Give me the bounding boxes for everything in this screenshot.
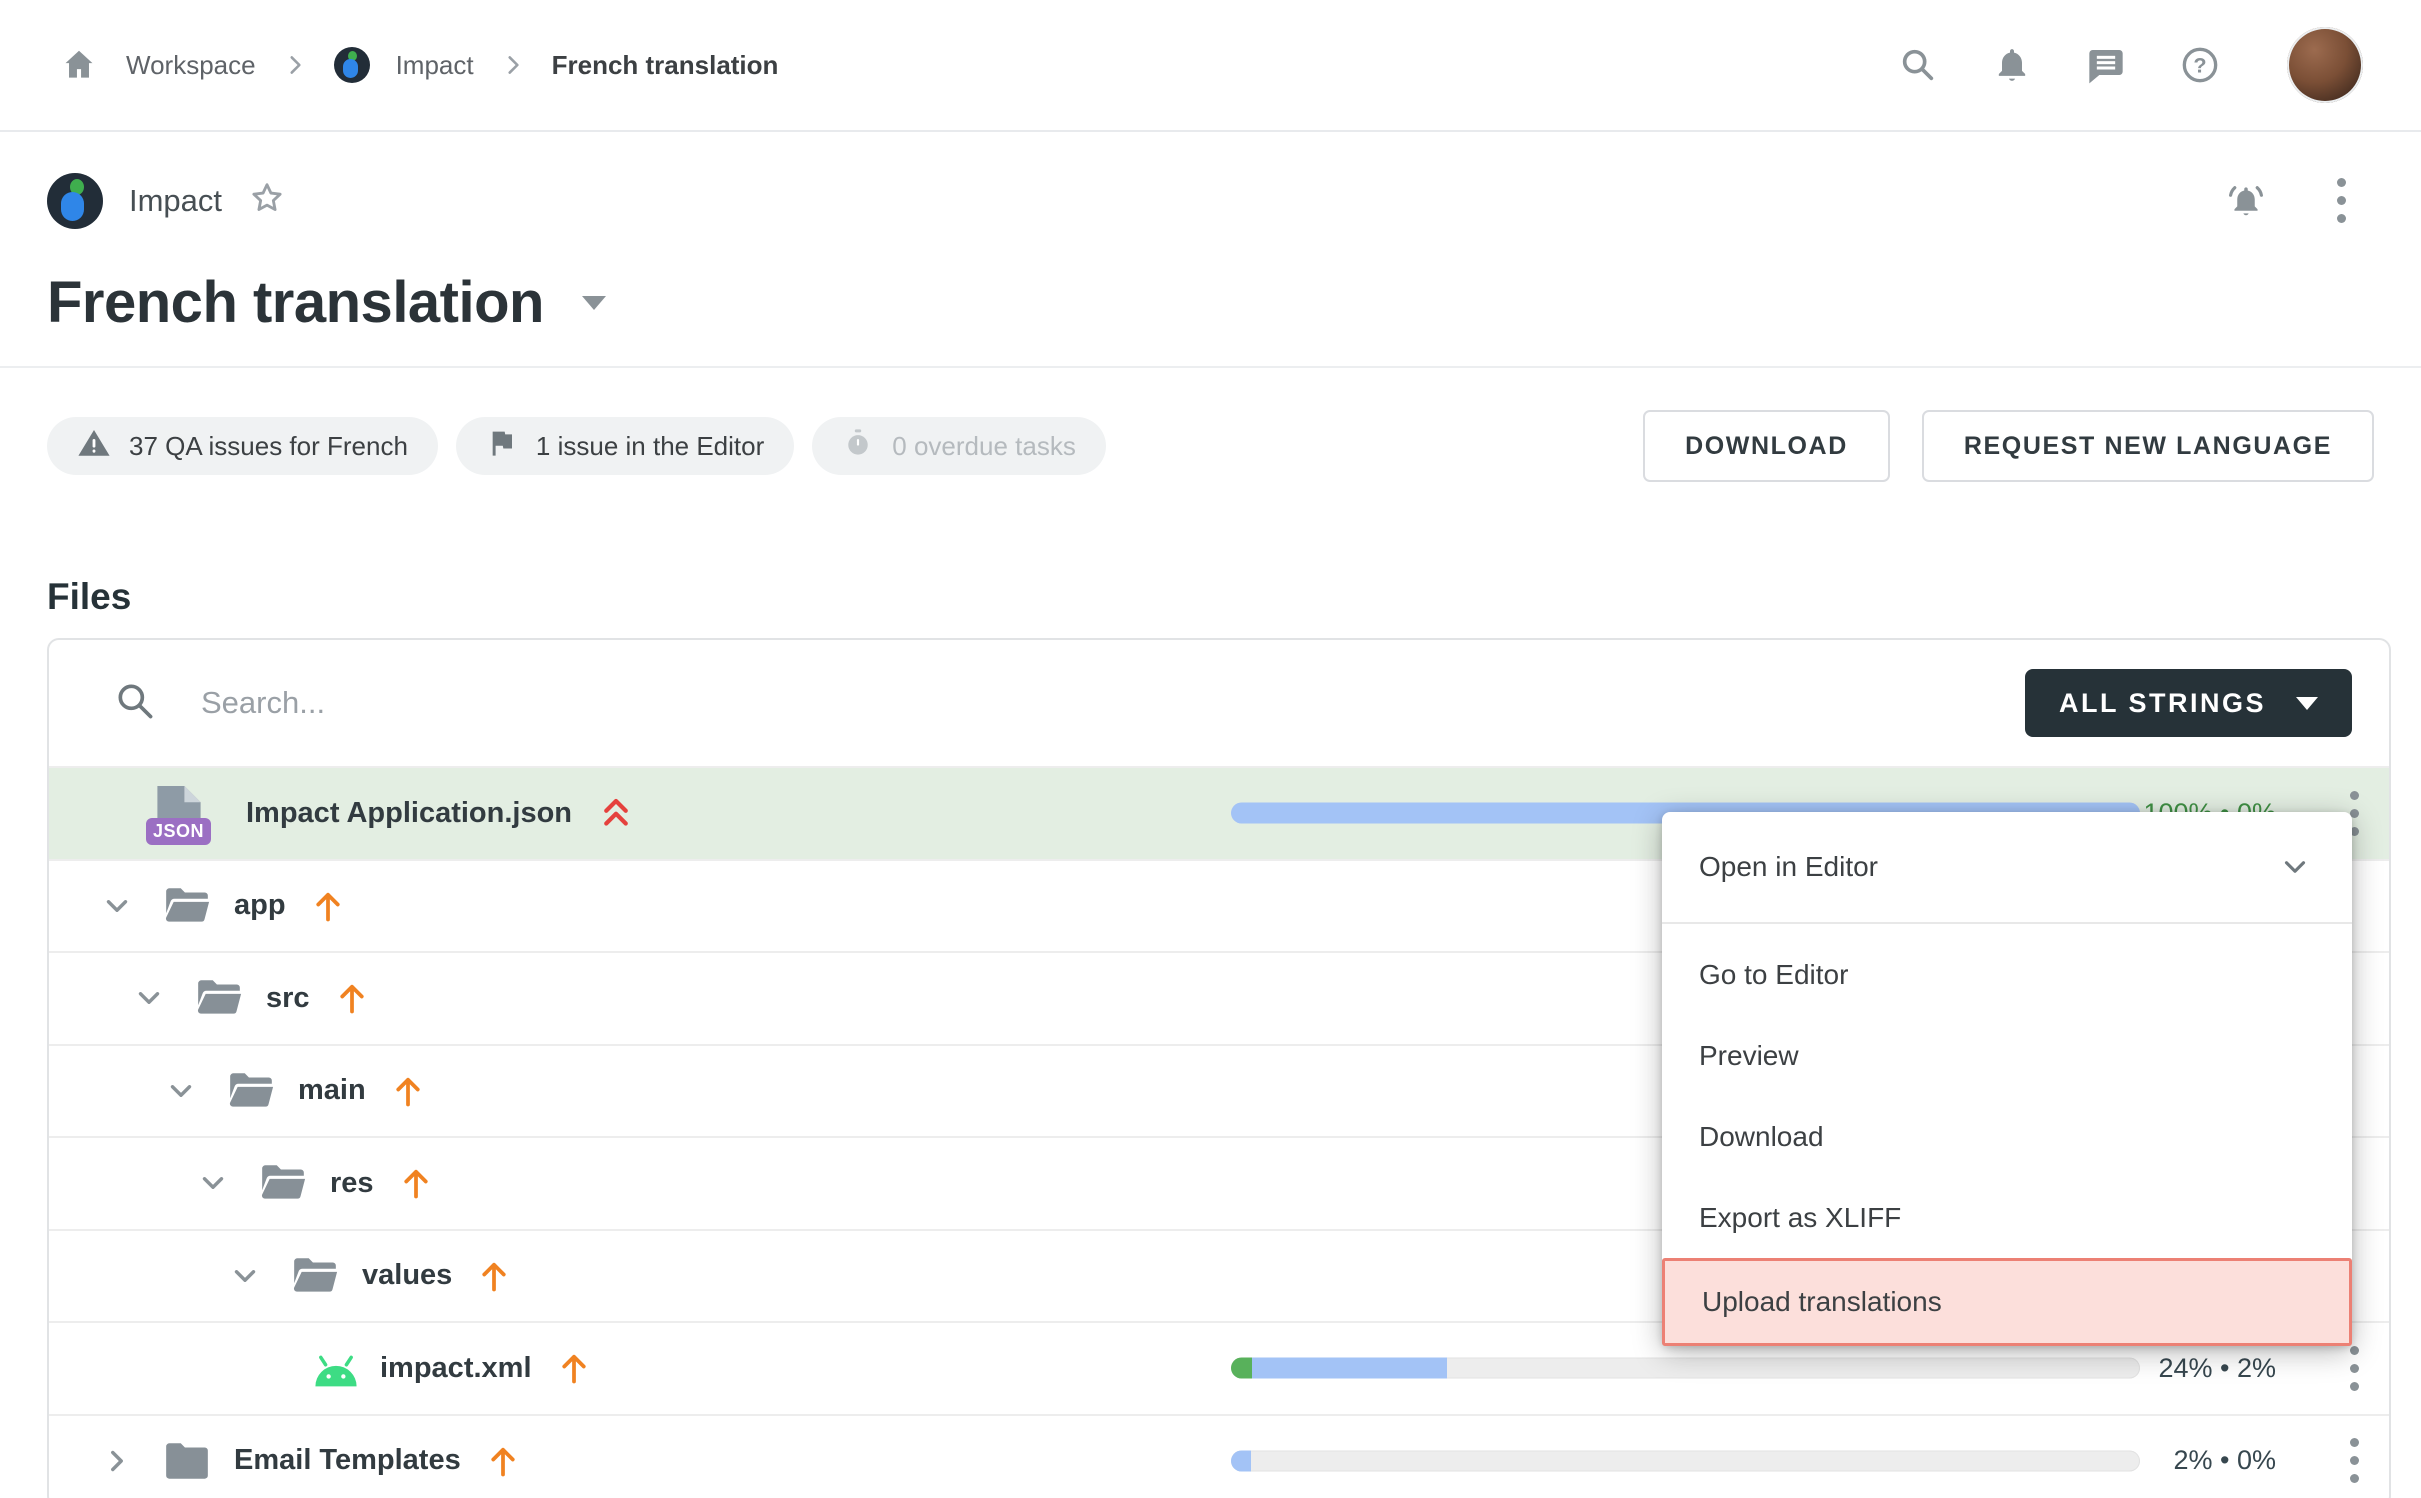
breadcrumb-project[interactable]: Impact [396,50,474,81]
qa-issues-label: 37 QA issues for French [129,431,408,462]
page-title: French translation [47,269,2374,336]
language-dropdown-caret-icon[interactable] [582,296,606,310]
chevron-down-icon [2296,697,2318,710]
overdue-tasks-chip[interactable]: 0 overdue tasks [812,417,1106,475]
notifications-bell-icon[interactable] [1991,44,2033,86]
project-more-options-kebab[interactable] [2331,172,2352,229]
chevron-down-icon[interactable] [196,1166,230,1200]
menu-item-open-in-editor[interactable]: Open in Editor [1662,812,2352,924]
file-name[interactable]: impact.xml [380,1352,532,1385]
folder-name[interactable]: app [234,889,286,922]
request-new-language-button[interactable]: REQUEST NEW LANGUAGE [1922,410,2374,482]
progress-translated-segment [1252,1358,1447,1379]
folder-closed-icon [162,1439,212,1483]
warning-triangle-icon [77,426,111,467]
project-logo [334,47,370,83]
json-badge: JSON [146,818,211,845]
folder-open-icon [162,884,212,928]
upload-arrow-icon[interactable] [334,979,370,1017]
flag-icon [486,427,518,466]
breadcrumb: Workspace Impact French translation [58,44,778,86]
upload-arrow-icon[interactable] [485,1442,521,1480]
upload-arrow-icon[interactable] [310,887,346,925]
json-file-icon: JSON [152,783,206,843]
chevron-down-icon[interactable] [228,1259,262,1293]
top-navigation-bar: Workspace Impact French translation ? [0,0,2421,132]
overdue-tasks-label: 0 overdue tasks [892,431,1076,462]
file-context-menu: Open in Editor Go to Editor Preview Down… [1662,812,2352,1346]
breadcrumb-current-language: French translation [552,50,779,81]
chevron-right-icon [500,52,526,78]
breadcrumb-workspace[interactable]: Workspace [126,50,256,81]
upload-arrow-icon[interactable] [476,1257,512,1295]
upload-arrow-icon[interactable] [398,1164,434,1202]
project-logo-large [47,173,103,229]
progress-reviewed-segment [1231,1358,1252,1379]
chevron-down-icon [2278,850,2312,884]
menu-header-label: Open in Editor [1699,851,1878,883]
search-icon[interactable] [1897,44,1939,86]
stopwatch-icon [842,427,874,466]
files-toolbar: ALL STRINGS [49,640,2389,766]
strings-filter-label: ALL STRINGS [2059,688,2266,719]
menu-item-preview[interactable]: Preview [1662,1015,2352,1096]
star-favorite-icon[interactable] [248,179,286,222]
help-icon[interactable]: ? [2179,44,2221,86]
svg-text:?: ? [2193,53,2206,78]
editor-issues-chip[interactable]: 1 issue in the Editor [456,417,794,475]
folder-name[interactable]: main [298,1074,366,1107]
folder-name[interactable]: res [330,1167,374,1200]
progress-translated-segment [1231,1450,1251,1471]
progress-stats: 24% • 2% [2158,1353,2276,1384]
menu-item-go-to-editor[interactable]: Go to Editor [1662,934,2352,1015]
language-title-text: French translation [47,269,544,336]
folder-open-icon [194,976,244,1020]
home-icon[interactable] [58,44,100,86]
chevron-down-icon[interactable] [100,889,134,923]
files-section-heading: Files [0,576,2421,618]
folder-row-email-templates[interactable]: Email Templates 2% • 0% [49,1414,2389,1498]
chevron-right-icon [282,52,308,78]
chat-icon[interactable] [2085,44,2127,86]
download-button[interactable]: DOWNLOAD [1643,410,1890,482]
file-name[interactable]: Impact Application.json [246,797,572,830]
project-name[interactable]: Impact [129,183,222,219]
row-more-options-kebab[interactable] [2344,1340,2365,1397]
search-icon [113,679,157,728]
progress-bar [1231,1450,2140,1471]
user-avatar[interactable] [2287,27,2363,103]
upload-arrow-icon[interactable] [390,1072,426,1110]
row-more-options-kebab[interactable] [2344,1432,2365,1489]
folder-open-icon [226,1069,276,1113]
folder-open-icon [290,1254,340,1298]
chevron-down-icon[interactable] [132,981,166,1015]
strings-filter-dropdown[interactable]: ALL STRINGS [2025,669,2352,737]
folder-name[interactable]: src [266,982,310,1015]
upload-arrow-icon[interactable] [556,1349,592,1387]
menu-item-upload-translations[interactable]: Upload translations [1662,1258,2352,1346]
folder-open-icon [258,1161,308,1205]
qa-issues-chip[interactable]: 37 QA issues for French [47,417,438,475]
chevron-down-icon[interactable] [164,1074,198,1108]
notification-settings-bell-icon[interactable] [2225,180,2267,222]
files-search-input[interactable] [201,685,1101,721]
menu-item-export-as-xliff[interactable]: Export as XLIFF [1662,1177,2352,1258]
editor-issues-label: 1 issue in the Editor [536,431,764,462]
progress-bar [1231,1358,2140,1379]
folder-name[interactable]: values [362,1259,452,1292]
header-divider [0,366,2421,368]
menu-item-download[interactable]: Download [1662,1096,2352,1177]
priority-high-icon [598,793,634,833]
android-file-icon [310,1347,362,1389]
chevron-right-icon[interactable] [100,1444,134,1478]
folder-name[interactable]: Email Templates [234,1444,461,1477]
progress-stats: 2% • 0% [2173,1445,2276,1476]
